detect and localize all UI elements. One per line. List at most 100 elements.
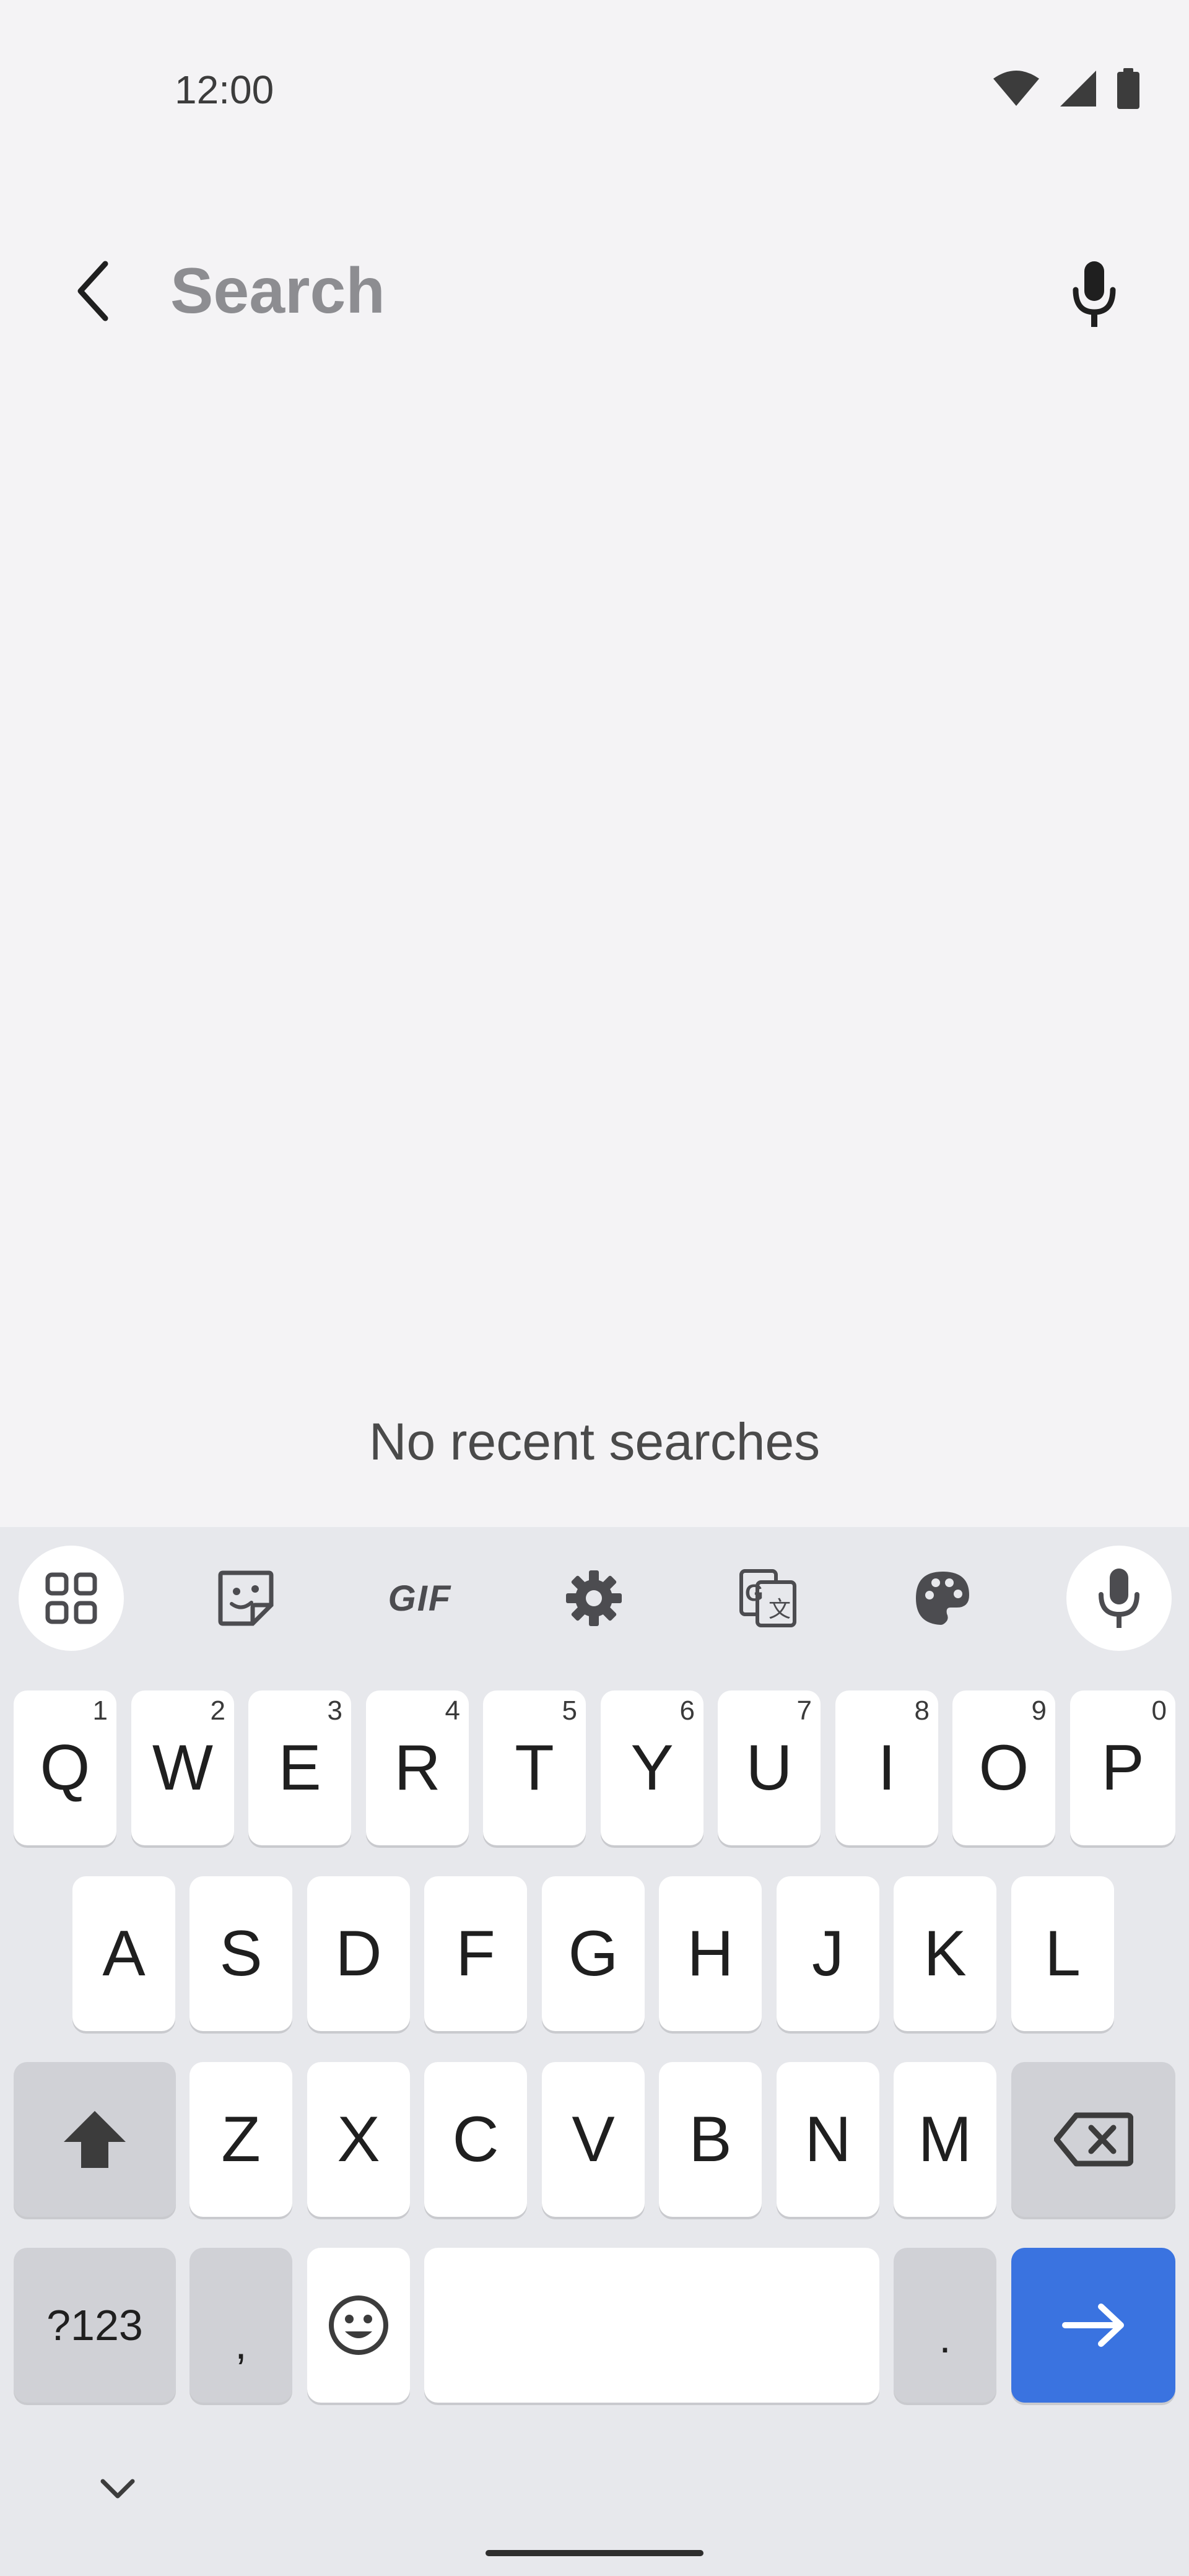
key-c[interactable]: C: [424, 2062, 527, 2217]
home-indicator[interactable]: [486, 2550, 703, 2556]
key-w[interactable]: W 2: [131, 1690, 234, 1845]
backspace-key[interactable]: [1011, 2062, 1175, 2217]
shift-arrow-icon: [64, 2111, 126, 2168]
status-bar: 12:00: [0, 0, 1189, 124]
key-label: G: [568, 1917, 619, 1990]
key-label: O: [978, 1731, 1029, 1804]
key-x[interactable]: X: [307, 2062, 410, 2217]
arrow-right-icon: [1061, 2304, 1124, 2347]
symbols-key[interactable]: ?123: [14, 2248, 176, 2403]
key-n[interactable]: N: [777, 2062, 879, 2217]
sticker-icon: [218, 1570, 274, 1626]
key-r[interactable]: R 4: [366, 1690, 469, 1845]
key-h[interactable]: H: [659, 1876, 762, 2031]
key-label: R: [394, 1731, 441, 1804]
shift-key[interactable]: [14, 2062, 176, 2217]
key-hint: 3: [327, 1695, 342, 1726]
key-label: E: [278, 1731, 321, 1804]
key-u[interactable]: U 7: [718, 1690, 821, 1845]
key-e[interactable]: E 3: [248, 1690, 351, 1845]
key-label: T: [515, 1731, 554, 1804]
battery-icon: [1117, 68, 1139, 109]
key-label: X: [337, 2103, 380, 2175]
key-label: K: [923, 1917, 967, 1990]
theme-palette-icon: [916, 1572, 969, 1625]
cellular-signal-icon: [1060, 71, 1096, 107]
key-hint: 6: [679, 1695, 695, 1726]
status-time: 12:00: [175, 67, 274, 112]
period-key[interactable]: .: [894, 2248, 996, 2403]
svg-text:G: G: [745, 1580, 764, 1606]
key-g[interactable]: G: [542, 1876, 645, 2031]
no-recent-searches-message: No recent searches: [368, 1412, 821, 1471]
voice-search-button[interactable]: [1060, 254, 1128, 334]
keyboard-settings-button[interactable]: [541, 1546, 647, 1651]
key-q[interactable]: Q 1: [14, 1690, 116, 1845]
key-s[interactable]: S: [189, 1876, 292, 2031]
key-hint: 1: [92, 1695, 108, 1726]
sticker-button[interactable]: [193, 1546, 298, 1651]
key-label: V: [572, 2103, 615, 2175]
key-hint: 8: [914, 1695, 930, 1726]
key-v[interactable]: V: [542, 2062, 645, 2217]
key-label: M: [918, 2103, 972, 2175]
key-label: C: [452, 2103, 499, 2175]
enter-key[interactable]: [1011, 2248, 1175, 2403]
key-label: Q: [40, 1731, 90, 1804]
key-label: Y: [630, 1731, 674, 1804]
key-b[interactable]: B: [659, 2062, 762, 2217]
key-d[interactable]: D: [307, 1876, 410, 2031]
key-y[interactable]: Y 6: [601, 1690, 703, 1845]
key-hint: 2: [210, 1695, 225, 1726]
microphone-icon: [1073, 261, 1116, 327]
key-hint: 4: [445, 1695, 460, 1726]
key-label: B: [689, 2103, 732, 2175]
space-key[interactable]: [424, 2248, 879, 2403]
key-label: L: [1045, 1917, 1081, 1990]
key-label: J: [812, 1917, 844, 1990]
key-label: Z: [221, 2103, 261, 2175]
key-label: ?123: [46, 2301, 143, 2349]
key-f[interactable]: F: [424, 1876, 527, 2031]
keyboard-toolbar: GIF G 文: [0, 1527, 1189, 1669]
key-m[interactable]: M: [894, 2062, 996, 2217]
theme-button[interactable]: [890, 1546, 995, 1651]
back-arrow-icon: [77, 261, 108, 321]
key-i[interactable]: I 8: [835, 1690, 938, 1845]
voice-input-icon: [1099, 1569, 1139, 1628]
key-hint: 9: [1031, 1695, 1047, 1726]
key-label: I: [878, 1731, 896, 1804]
key-o[interactable]: O 9: [952, 1690, 1055, 1845]
key-k[interactable]: K: [894, 1876, 996, 2031]
key-l[interactable]: L: [1011, 1876, 1114, 2031]
key-label: F: [456, 1917, 495, 1990]
key-label: D: [335, 1917, 382, 1990]
search-bar: [0, 223, 1189, 359]
status-icons: [992, 68, 1141, 109]
search-input[interactable]: [170, 251, 1037, 331]
key-label: ,: [235, 2320, 247, 2368]
emoji-key[interactable]: [307, 2248, 410, 2403]
wifi-icon: [993, 71, 1039, 106]
back-button[interactable]: [62, 254, 124, 328]
translate-button[interactable]: G 文: [716, 1546, 821, 1651]
key-label: A: [102, 1917, 146, 1990]
hide-keyboard-chevron-icon[interactable]: [99, 2474, 136, 2502]
soft-keyboard: GIF G 文 Q 1 W 2 E 3 R 4 T 5 Y 6 U 7 I 8 …: [0, 1527, 1189, 2576]
key-label: .: [939, 2313, 951, 2362]
key-label: P: [1101, 1731, 1144, 1804]
key-z[interactable]: Z: [189, 2062, 292, 2217]
key-j[interactable]: J: [777, 1876, 879, 2031]
gif-button[interactable]: GIF: [367, 1546, 473, 1651]
key-p[interactable]: P 0: [1070, 1690, 1175, 1845]
key-a[interactable]: A: [72, 1876, 175, 2031]
key-label: W: [152, 1731, 214, 1804]
voice-input-button[interactable]: [1066, 1546, 1172, 1651]
apps-grid-button[interactable]: [19, 1546, 124, 1651]
translate-icon: G 文: [739, 1569, 796, 1627]
key-t[interactable]: T 5: [483, 1690, 586, 1845]
key-hint: 5: [562, 1695, 577, 1726]
key-label: S: [219, 1917, 263, 1990]
comma-key[interactable]: ,: [189, 2248, 292, 2403]
key-label: N: [804, 2103, 851, 2175]
